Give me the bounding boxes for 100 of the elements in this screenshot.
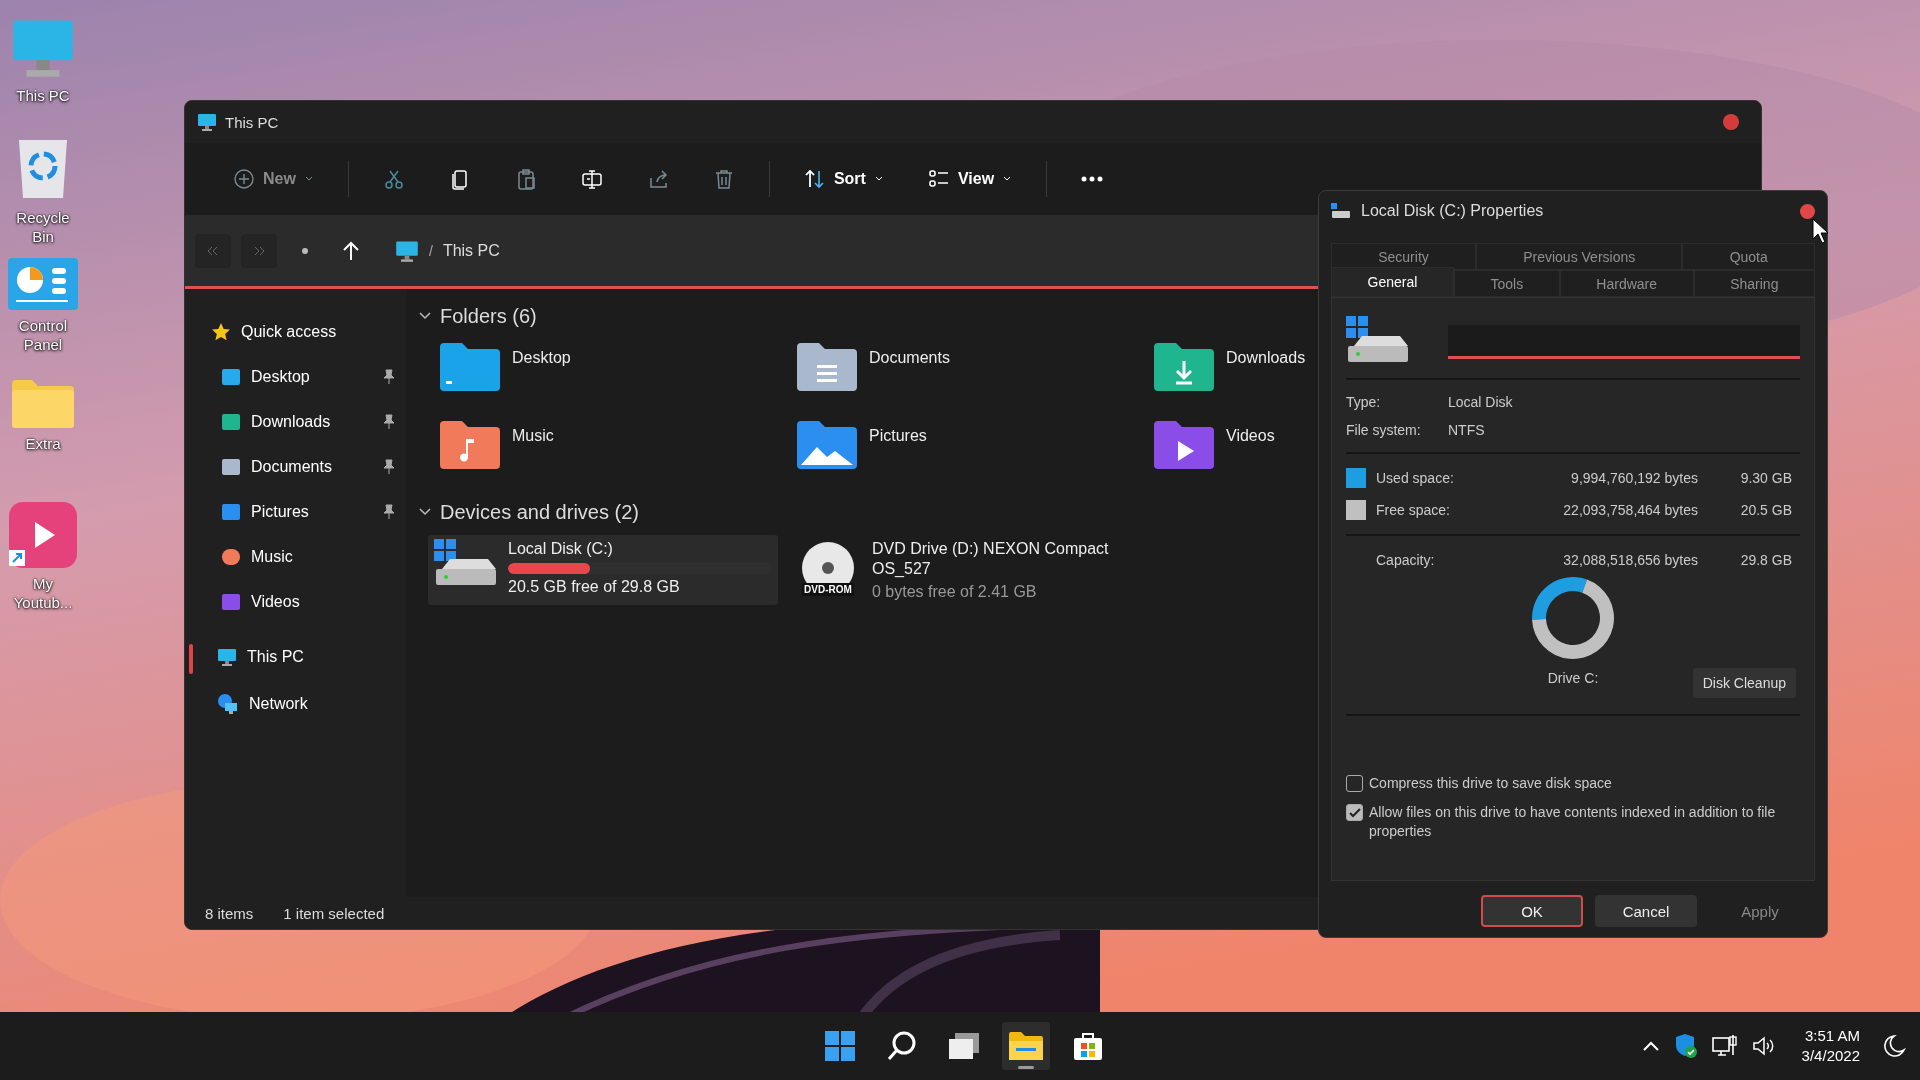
dialog-title: Local Disk (C:) Properties — [1361, 202, 1544, 220]
section-heading: Folders (6) — [440, 304, 537, 328]
cut-icon — [382, 168, 405, 190]
disk-cleanup-button[interactable]: Disk Cleanup — [1692, 668, 1796, 698]
checkbox-label: Compress this drive to save disk space — [1369, 774, 1612, 793]
volume-icon[interactable] — [1751, 1035, 1776, 1057]
folder-name[interactable]: Downloads — [1226, 349, 1306, 367]
list-view-icon — [927, 168, 950, 190]
status-text: 1 item selected — [283, 904, 385, 922]
space-size: 20.5 GB — [1739, 502, 1793, 518]
name-field[interactable] — [1448, 325, 1800, 359]
rename-icon — [580, 168, 603, 190]
space-bytes: 22,093,758,464 bytes — [1562, 502, 1698, 518]
checkbox-label: Allow files on this drive to have contents indexed in addition to file properties — [1369, 803, 1777, 841]
double-chevron-icon — [253, 245, 265, 256]
desktop-icon-label: Extra — [24, 434, 62, 453]
sidebar-item[interactable]: Music — [251, 547, 396, 566]
dialog-button[interactable]: OK — [1481, 895, 1583, 927]
breadcrumb-item[interactable]: This PC — [442, 241, 500, 260]
tab[interactable]: Hardware — [1559, 270, 1694, 297]
taskbar-app[interactable] — [1002, 1022, 1050, 1070]
info-label: File system: — [1346, 422, 1422, 438]
clock[interactable]: 3:51 AM 3/4/2022 — [1801, 1026, 1860, 1066]
folder-name[interactable]: Videos — [1226, 427, 1275, 445]
tab[interactable]: Sharing — [1693, 270, 1816, 297]
folder-icon — [1152, 341, 1216, 391]
sort-icon — [803, 168, 826, 190]
info-value: NTFS — [1448, 422, 1485, 438]
folder-name[interactable]: Desktop — [512, 349, 571, 367]
network-icon[interactable] — [1711, 1034, 1738, 1058]
desktop-icon-label: This PC — [15, 86, 71, 105]
desktop-icon-label: My Youtub... — [12, 574, 74, 612]
moon-icon[interactable] — [1884, 1034, 1906, 1058]
search-icon — [886, 1030, 918, 1062]
folder-icon — [795, 419, 859, 469]
folder-icon — [438, 419, 502, 469]
drive-name: Local Disk (C:) — [508, 539, 614, 559]
breadcrumb-separator: / — [429, 242, 433, 259]
sidebar-item[interactable]: This PC — [247, 647, 406, 666]
double-chevron-icon — [207, 245, 219, 256]
plus-icon — [233, 168, 255, 190]
space-label: Capacity: — [1376, 552, 1436, 568]
checkbox[interactable] — [1346, 775, 1363, 792]
tab[interactable]: Tools — [1453, 270, 1560, 297]
window-title: This PC — [225, 113, 279, 131]
space-bytes: 9,994,760,192 bytes — [1570, 470, 1698, 486]
space-size: 29.8 GB — [1739, 552, 1793, 568]
start-icon — [824, 1030, 856, 1062]
tab[interactable]: General — [1331, 267, 1454, 297]
star-icon — [211, 321, 231, 342]
folder-name[interactable]: Music — [512, 427, 554, 445]
dot-icon — [301, 246, 309, 255]
sidebar-item[interactable]: Downloads — [251, 412, 372, 431]
sidebar-item[interactable]: Desktop — [251, 367, 372, 386]
space-label: Free space: — [1376, 502, 1451, 518]
folder-name[interactable]: Pictures — [869, 427, 927, 445]
sidebar-item[interactable]: Quick access — [241, 322, 406, 341]
close-button[interactable] — [1723, 114, 1739, 130]
up-arrow-icon — [342, 240, 360, 261]
sidebar-item[interactable]: Network — [249, 694, 406, 713]
active-indicator — [1018, 1066, 1034, 1069]
section-heading: Devices and drives (2) — [440, 500, 639, 524]
chevron-up-icon[interactable] — [1641, 1040, 1660, 1052]
sidebar-item[interactable]: Videos — [251, 592, 396, 611]
tab[interactable]: Previous Versions — [1476, 243, 1683, 270]
control-panel-icon[interactable] — [8, 258, 78, 310]
task-view-icon — [947, 1031, 981, 1061]
store-icon — [1072, 1030, 1104, 1062]
checkbox[interactable] — [1346, 804, 1363, 821]
toolbar-button[interactable]: View — [905, 157, 1035, 201]
clock-time: 3:51 AM — [1804, 1026, 1860, 1046]
drive-tile[interactable]: Local Disk (C:) 20.5 GB free of 29.8 GB — [428, 535, 778, 605]
desktop-icon-label: Recycle Bin — [15, 208, 71, 246]
disc-label: DVD-ROM — [802, 583, 854, 596]
info-label: Type: — [1346, 394, 1382, 410]
toolbar-button[interactable]: Sort — [781, 157, 906, 201]
sidebar-item[interactable]: Documents — [251, 457, 372, 476]
tab[interactable]: Quota — [1682, 243, 1815, 270]
clock-date: 3/4/2022 — [1801, 1046, 1860, 1066]
drive-detail: 20.5 GB free of 29.8 GB — [508, 578, 681, 596]
space-label: Used space: — [1376, 470, 1455, 486]
folder-icon — [795, 341, 859, 391]
folder-icon — [1152, 419, 1216, 469]
info-value: Local Disk — [1448, 394, 1513, 410]
space-bytes: 32,088,518,656 bytes — [1562, 552, 1698, 568]
folder-name[interactable]: Documents — [869, 349, 950, 367]
drive-tile[interactable]: DVD-ROM DVD Drive (D:) NEXON Compact OS_527 0 bytes free of 2.41 GB — [790, 535, 1140, 605]
video-app-icon[interactable] — [9, 502, 77, 568]
desktop-icon-label: Control Panel — [17, 316, 69, 354]
shield-icon[interactable] — [1673, 1033, 1698, 1059]
drive-icon — [1331, 203, 1351, 219]
close-button[interactable] — [1800, 204, 1815, 219]
sidebar-item[interactable]: Pictures — [251, 502, 372, 521]
drive-label: Drive C: — [1547, 670, 1599, 686]
drive-name: DVD Drive (D:) NEXON Compact OS_527 — [872, 539, 1110, 579]
folder-icon — [438, 341, 502, 391]
more-icon — [1081, 176, 1104, 182]
drive-detail: 0 bytes free of 2.41 GB — [872, 583, 1038, 601]
space-size: 9.30 GB — [1739, 470, 1793, 486]
dialog-button[interactable]: Cancel — [1595, 895, 1697, 927]
